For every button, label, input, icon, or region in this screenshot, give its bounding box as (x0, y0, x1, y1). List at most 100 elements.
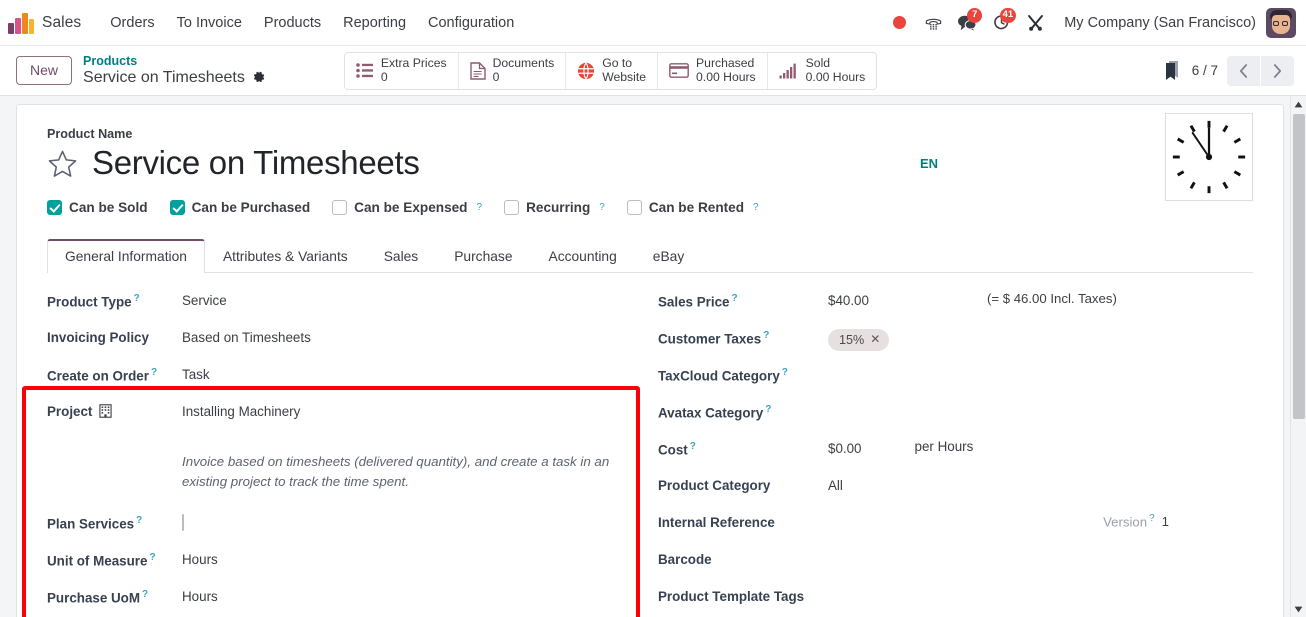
stat-button-purchased[interactable]: Purchased 0.00 Hours (658, 52, 768, 89)
tab-accounting[interactable]: Accounting (531, 239, 635, 273)
menu-orders[interactable]: Orders (99, 9, 165, 37)
field-invoicing-policy: Invoicing Policy Based on Timesheets (47, 328, 630, 365)
stat-label: Purchased (696, 55, 755, 70)
help-icon[interactable]: ? (731, 293, 737, 304)
field-value-customer-taxes[interactable]: 15% ✕ (828, 328, 890, 352)
pager-previous-button[interactable] (1227, 55, 1260, 86)
sales-price-incl-taxes: (= $ 46.00 Incl. Taxes) (986, 291, 1117, 306)
control-panel-right: 6 / 7 (1163, 55, 1294, 86)
pager-buttons (1227, 55, 1294, 86)
building-icon (99, 404, 112, 418)
field-value-project[interactable]: Installing Machinery (182, 402, 300, 420)
checkbox-label: Can be Sold (69, 200, 148, 215)
scroll-down-arrow-icon[interactable] (1291, 601, 1306, 617)
breadcrumb-products[interactable]: Products (83, 55, 266, 69)
tab-attributes-variants[interactable]: Attributes & Variants (205, 239, 366, 273)
app-brand-sales[interactable]: Sales (42, 14, 81, 32)
field-sales-price: Sales Price? $40.00 (= $ 46.00 Incl. Tax… (658, 291, 1253, 328)
field-value-product-category[interactable]: All (828, 476, 843, 494)
field-value-sales-price[interactable]: $40.00 (828, 291, 869, 309)
checkbox-box[interactable] (626, 200, 642, 215)
stat-button-go-to-website[interactable]: Go to Website (566, 52, 659, 89)
tools-icon[interactable] (1020, 8, 1050, 38)
help-icon[interactable]: ? (142, 589, 148, 600)
page-title[interactable]: Service on Timesheets (92, 144, 420, 182)
field-value-product-type[interactable]: Service (182, 291, 227, 309)
stat-button-documents[interactable]: Documents 0 (458, 52, 567, 89)
messages-icon[interactable]: 7 (952, 7, 983, 38)
invoicing-policy-help-row: Invoice based on timesheets (delivered q… (47, 451, 630, 513)
scrollbar-thumb[interactable] (1293, 114, 1305, 419)
field-value-unit-of-measure[interactable]: Hours (182, 550, 218, 568)
activities-clock-icon[interactable]: 41 (986, 7, 1017, 38)
cost-per-uom: per Hours (914, 439, 974, 454)
language-selector[interactable]: EN (920, 156, 938, 171)
stat-button-sold[interactable]: Sold 0.00 Hours (767, 52, 877, 89)
field-value-create-on-order[interactable]: Task (182, 365, 210, 383)
stat-buttons-group: Extra Prices 0 Documents 0 Go to Website… (343, 51, 878, 90)
checkbox-can-be-expensed[interactable]: Can be Expensed ? (332, 200, 482, 215)
help-icon[interactable]: ? (477, 202, 483, 213)
company-switcher[interactable]: My Company (San Francisco) (1064, 15, 1256, 31)
control-panel: New Products Service on Timesheets Extra (0, 46, 1306, 96)
field-value-purchase-uom[interactable]: Hours (182, 587, 218, 605)
checkbox-plan-services[interactable] (182, 514, 184, 531)
field-label: Project (47, 402, 182, 420)
breadcrumb-current-record: Service on Timesheets (83, 68, 245, 86)
help-icon[interactable]: ? (1149, 513, 1155, 524)
checkbox-can-be-purchased[interactable]: Can be Purchased (169, 200, 310, 215)
star-icon[interactable] (47, 148, 78, 179)
pager-next-button[interactable] (1261, 55, 1294, 86)
checkbox-recurring[interactable]: Recurring ? (504, 200, 605, 215)
menu-products[interactable]: Products (253, 9, 332, 37)
stat-button-extra-prices[interactable]: Extra Prices 0 (344, 52, 459, 89)
menu-reporting[interactable]: Reporting (332, 9, 417, 37)
help-icon[interactable]: ? (151, 367, 157, 378)
help-icon[interactable]: ? (765, 404, 771, 415)
sales-app-logo[interactable] (8, 12, 34, 34)
tab-ebay[interactable]: eBay (635, 239, 702, 273)
label-text: TaxCloud Category (658, 368, 780, 384)
new-button[interactable]: New (16, 55, 73, 86)
tax-tag-label: 15% (839, 333, 865, 347)
user-avatar[interactable] (1266, 7, 1296, 38)
field-value-invoicing-policy[interactable]: Based on Timesheets (182, 328, 311, 346)
tax-tag[interactable]: 15% ✕ (828, 329, 890, 352)
scroll-up-arrow-icon[interactable] (1291, 96, 1306, 112)
tab-sales[interactable]: Sales (366, 239, 437, 273)
help-icon[interactable]: ? (134, 293, 140, 304)
vertical-scrollbar[interactable] (1290, 96, 1306, 617)
checkbox-can-be-sold[interactable]: Can be Sold (47, 200, 148, 215)
pager-indicator[interactable]: 6 / 7 (1192, 63, 1218, 78)
checkbox-box[interactable] (504, 200, 520, 215)
tab-general-information[interactable]: General Information (47, 239, 205, 273)
help-icon[interactable]: ? (136, 515, 142, 526)
label-text: Project (47, 404, 93, 419)
clock-face-image[interactable] (1165, 113, 1253, 201)
menu-configuration[interactable]: Configuration (417, 9, 525, 37)
scrollbar-track[interactable] (1291, 112, 1306, 601)
dialpad-icon[interactable] (918, 8, 948, 38)
checkbox-box[interactable] (169, 200, 185, 215)
gear-icon[interactable] (252, 70, 266, 84)
tab-purchase[interactable]: Purchase (436, 239, 530, 273)
checkbox-box[interactable] (332, 200, 348, 215)
field-purchase-uom: Purchase UoM? Hours (47, 587, 630, 617)
help-icon[interactable]: ? (690, 441, 696, 452)
help-icon[interactable]: ? (149, 552, 155, 563)
field-product-template-tags: Product Template Tags (658, 587, 1253, 617)
help-icon[interactable]: ? (753, 202, 759, 213)
bookmark-icon[interactable] (1163, 60, 1183, 82)
recording-dot-icon[interactable] (884, 8, 914, 38)
checkbox-can-be-rented[interactable]: Can be Rented ? (626, 200, 759, 215)
field-unit-of-measure: Unit of Measure? Hours (47, 550, 630, 587)
help-icon[interactable]: ? (599, 202, 605, 213)
help-icon[interactable]: ? (782, 367, 788, 378)
help-icon[interactable]: ? (763, 330, 769, 341)
checkbox-box[interactable] (47, 200, 62, 215)
checkbox-label: Can be Rented (648, 200, 745, 215)
field-value-cost[interactable]: $0.00 (828, 439, 862, 457)
menu-to-invoice[interactable]: To Invoice (166, 9, 253, 37)
close-icon[interactable]: ✕ (870, 332, 880, 348)
stat-value: 0 (380, 69, 388, 84)
